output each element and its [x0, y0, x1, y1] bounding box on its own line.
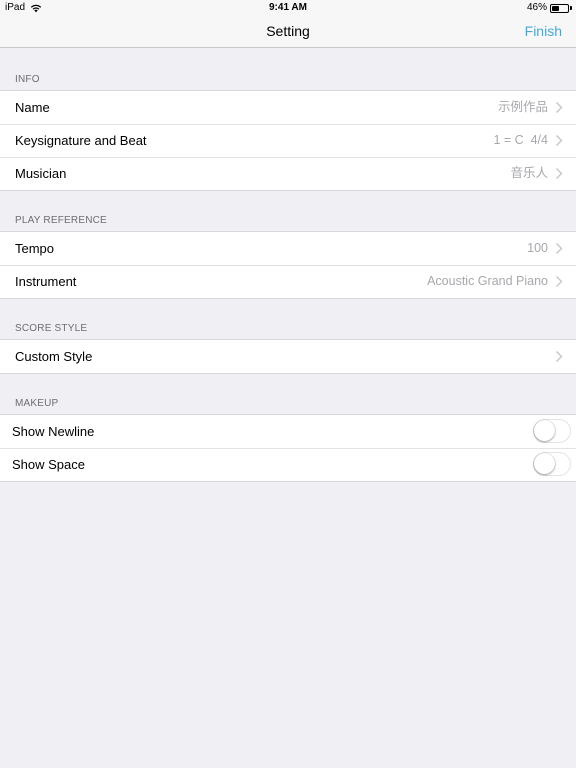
section-header-makeup: MAKEUP	[15, 398, 59, 409]
musician-row[interactable]: Musician 音乐人	[0, 157, 576, 190]
musician-label: Musician	[15, 166, 67, 181]
show-newline-label: Show Newline	[12, 424, 95, 439]
status-time: 9:41 AM	[269, 2, 307, 13]
section-header-info: INFO	[15, 74, 40, 85]
name-row[interactable]: Name 示例作品	[0, 91, 576, 124]
chevron-right-icon	[556, 102, 563, 113]
show-space-toggle[interactable]	[533, 452, 571, 476]
battery-percent: 46%	[526, 2, 547, 13]
chevron-right-icon	[556, 168, 563, 179]
status-bar: iPad 9:41 AM 46%	[0, 0, 576, 16]
section-header-play-reference: PLAY REFERENCE	[15, 215, 107, 226]
toggle-knob	[534, 420, 555, 441]
makeup-group: Show Newline Show Space	[0, 414, 576, 482]
play-reference-group: Tempo 100 Instrument Acoustic Grand Pian…	[0, 231, 576, 299]
keysignature-value: 1 = C 4/4	[493, 133, 548, 147]
chevron-right-icon	[556, 276, 563, 287]
keysignature-label: Keysignature and Beat	[15, 133, 147, 148]
chevron-right-icon	[556, 243, 563, 254]
name-label: Name	[15, 100, 50, 115]
status-right: 46%	[527, 0, 572, 16]
instrument-value: Acoustic Grand Piano	[427, 274, 548, 288]
section-header-score-style: SCORE STYLE	[15, 323, 88, 334]
show-space-label: Show Space	[12, 457, 85, 472]
score-style-group: Custom Style	[0, 339, 576, 374]
show-newline-toggle[interactable]	[533, 419, 571, 443]
instrument-label: Instrument	[15, 274, 77, 289]
page-title: Setting	[266, 23, 310, 39]
tempo-label: Tempo	[15, 241, 55, 256]
tempo-row[interactable]: Tempo 100	[0, 232, 576, 265]
tempo-value: 100	[527, 241, 548, 255]
musician-value: 音乐人	[510, 166, 548, 180]
finish-button[interactable]: Finish	[525, 16, 562, 47]
custom-style-row[interactable]: Custom Style	[0, 340, 576, 373]
battery-icon	[550, 3, 569, 13]
name-value: 示例作品	[497, 100, 548, 114]
battery-tip	[570, 6, 572, 10]
custom-style-label: Custom Style	[15, 349, 93, 364]
show-space-row: Show Space	[0, 448, 576, 481]
info-group: Name 示例作品 Keysignature and Beat 1 = C 4/…	[0, 90, 576, 191]
chevron-right-icon	[556, 135, 563, 146]
nav-bar: Setting Finish	[0, 16, 576, 48]
keysignature-row[interactable]: Keysignature and Beat 1 = C 4/4	[0, 124, 576, 157]
chevron-right-icon	[556, 351, 563, 362]
show-newline-row: Show Newline	[0, 415, 576, 448]
battery-fill	[552, 5, 559, 11]
instrument-row[interactable]: Instrument Acoustic Grand Piano	[0, 265, 576, 298]
toggle-knob	[534, 453, 555, 474]
